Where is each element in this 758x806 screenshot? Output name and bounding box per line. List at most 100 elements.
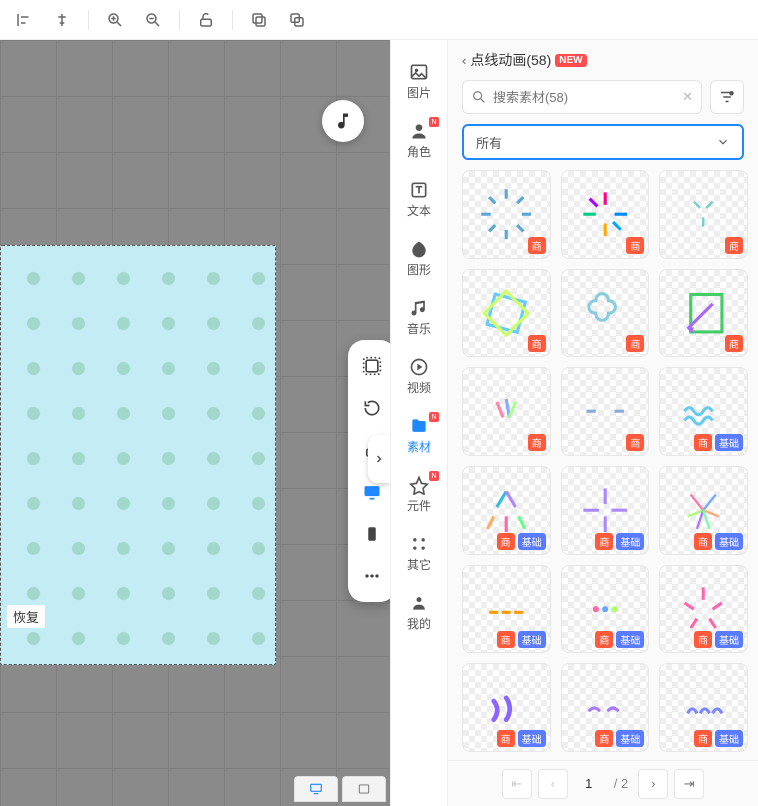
tag-shang: 商: [497, 631, 515, 648]
asset-item[interactable]: 商: [659, 170, 748, 259]
pager-first[interactable]: ⇤: [502, 769, 532, 799]
search-box[interactable]: ✕: [462, 80, 702, 114]
asset-item[interactable]: 商基础: [561, 466, 650, 555]
tag-jichu: 基础: [518, 631, 546, 648]
asset-item[interactable]: 商基础: [659, 367, 748, 456]
pager-prev[interactable]: ‹: [538, 769, 568, 799]
material-icon: [409, 416, 429, 436]
fullscreen-tool[interactable]: [356, 350, 388, 382]
view-tab-window[interactable]: [342, 776, 386, 802]
duplicate-button[interactable]: [281, 4, 313, 36]
category-dropdown[interactable]: 所有: [462, 124, 744, 160]
category-label: 音乐: [407, 320, 431, 337]
category-component[interactable]: 元件N: [391, 465, 447, 524]
restore-label[interactable]: 恢复: [7, 605, 45, 628]
category-material[interactable]: 素材 N: [391, 406, 447, 465]
asset-item[interactable]: 商基础: [561, 565, 650, 654]
asset-item[interactable]: 商基础: [561, 663, 650, 752]
asset-item[interactable]: 商: [462, 170, 551, 259]
pager-last[interactable]: ⇥: [674, 769, 704, 799]
asset-item[interactable]: 商: [659, 269, 748, 358]
tag-shang: 商: [497, 533, 515, 550]
tag-jichu: 基础: [616, 730, 644, 747]
category-other[interactable]: 其它: [391, 524, 447, 583]
tag-shang: 商: [694, 631, 712, 648]
mobile-view-tool[interactable]: [356, 518, 388, 550]
new-indicator: N: [429, 412, 439, 422]
tag-shang: 商: [528, 434, 546, 451]
asset-item[interactable]: 商基础: [462, 466, 551, 555]
category-label: 视频: [407, 379, 431, 396]
tag-jichu: 基础: [616, 533, 644, 550]
category-label: 素材: [407, 438, 431, 455]
tag-shang: 商: [725, 237, 743, 254]
category-label: 其它: [407, 556, 431, 573]
align-center-button[interactable]: [46, 4, 78, 36]
more-tool[interactable]: [356, 560, 388, 592]
assets-grid-scroll[interactable]: 商商商商商商商商商基础商基础商基础商基础商基础商基础商基础商基础商基础商基础: [448, 170, 758, 760]
tag-shang: 商: [626, 434, 644, 451]
clear-search-button[interactable]: ✕: [682, 89, 693, 105]
tag-jichu: 基础: [715, 533, 743, 550]
search-icon: [471, 89, 487, 105]
new-indicator: N: [429, 471, 439, 481]
category-mine[interactable]: 我的: [391, 583, 447, 642]
back-button[interactable]: ‹: [462, 53, 466, 68]
pager-total: / 2: [610, 776, 632, 791]
mine-icon: [409, 593, 429, 613]
panel-title: 点线动画(58): [470, 50, 551, 70]
filter-button[interactable]: [710, 80, 744, 114]
asset-item[interactable]: 商: [561, 367, 650, 456]
tag-shang: 商: [694, 730, 712, 747]
category-text[interactable]: 文本: [391, 170, 447, 229]
category-music[interactable]: 音乐: [391, 288, 447, 347]
music-icon: [409, 298, 429, 318]
tag-shang: 商: [595, 730, 613, 747]
category-label: 图片: [407, 84, 431, 101]
unlock-button[interactable]: [190, 4, 222, 36]
asset-item[interactable]: 商基础: [659, 466, 748, 555]
text-icon: [409, 180, 429, 200]
asset-item[interactable]: 商: [561, 170, 650, 259]
category-image[interactable]: 图片: [391, 52, 447, 111]
search-input[interactable]: [493, 90, 676, 105]
panel-collapse-handle[interactable]: [368, 435, 390, 483]
category-shape[interactable]: 图形: [391, 229, 447, 288]
asset-item[interactable]: 商: [561, 269, 650, 358]
other-icon: [409, 534, 429, 554]
tag-shang: 商: [694, 434, 712, 451]
new-indicator: N: [429, 117, 439, 127]
pager-current: 1: [574, 776, 604, 791]
pager-next[interactable]: ›: [638, 769, 668, 799]
canvas-area[interactable]: 恢复: [0, 40, 390, 806]
stage[interactable]: 恢复: [0, 245, 276, 665]
copy-button[interactable]: [243, 4, 275, 36]
asset-item[interactable]: 商: [462, 367, 551, 456]
category-role[interactable]: 角色 N: [391, 111, 447, 170]
assets-panel: ‹ 点线动画(58) NEW ✕ 所有: [448, 40, 758, 806]
asset-item[interactable]: 商基础: [462, 663, 551, 752]
bottom-view-tabs: [294, 776, 386, 802]
dropdown-value: 所有: [476, 133, 502, 152]
asset-item[interactable]: 商基础: [659, 565, 748, 654]
zoom-in-button[interactable]: [99, 4, 131, 36]
category-label: 我的: [407, 615, 431, 632]
tag-shang: 商: [725, 335, 743, 352]
tag-jichu: 基础: [715, 434, 743, 451]
role-icon: [409, 121, 429, 141]
image-icon: [409, 62, 429, 82]
asset-item[interactable]: 商: [462, 269, 551, 358]
category-label: 角色: [407, 143, 431, 160]
rotate-tool[interactable]: [356, 392, 388, 424]
align-left-button[interactable]: [8, 4, 40, 36]
music-button[interactable]: [322, 100, 364, 142]
tag-shang: 商: [497, 730, 515, 747]
view-tab-monitor[interactable]: [294, 776, 338, 802]
asset-item[interactable]: 商基础: [462, 565, 551, 654]
tag-shang: 商: [595, 631, 613, 648]
pager: ⇤ ‹ 1 / 2 › ⇥: [448, 760, 758, 806]
category-label: 文本: [407, 202, 431, 219]
asset-item[interactable]: 商基础: [659, 663, 748, 752]
category-video[interactable]: 视频: [391, 347, 447, 406]
zoom-out-button[interactable]: [137, 4, 169, 36]
